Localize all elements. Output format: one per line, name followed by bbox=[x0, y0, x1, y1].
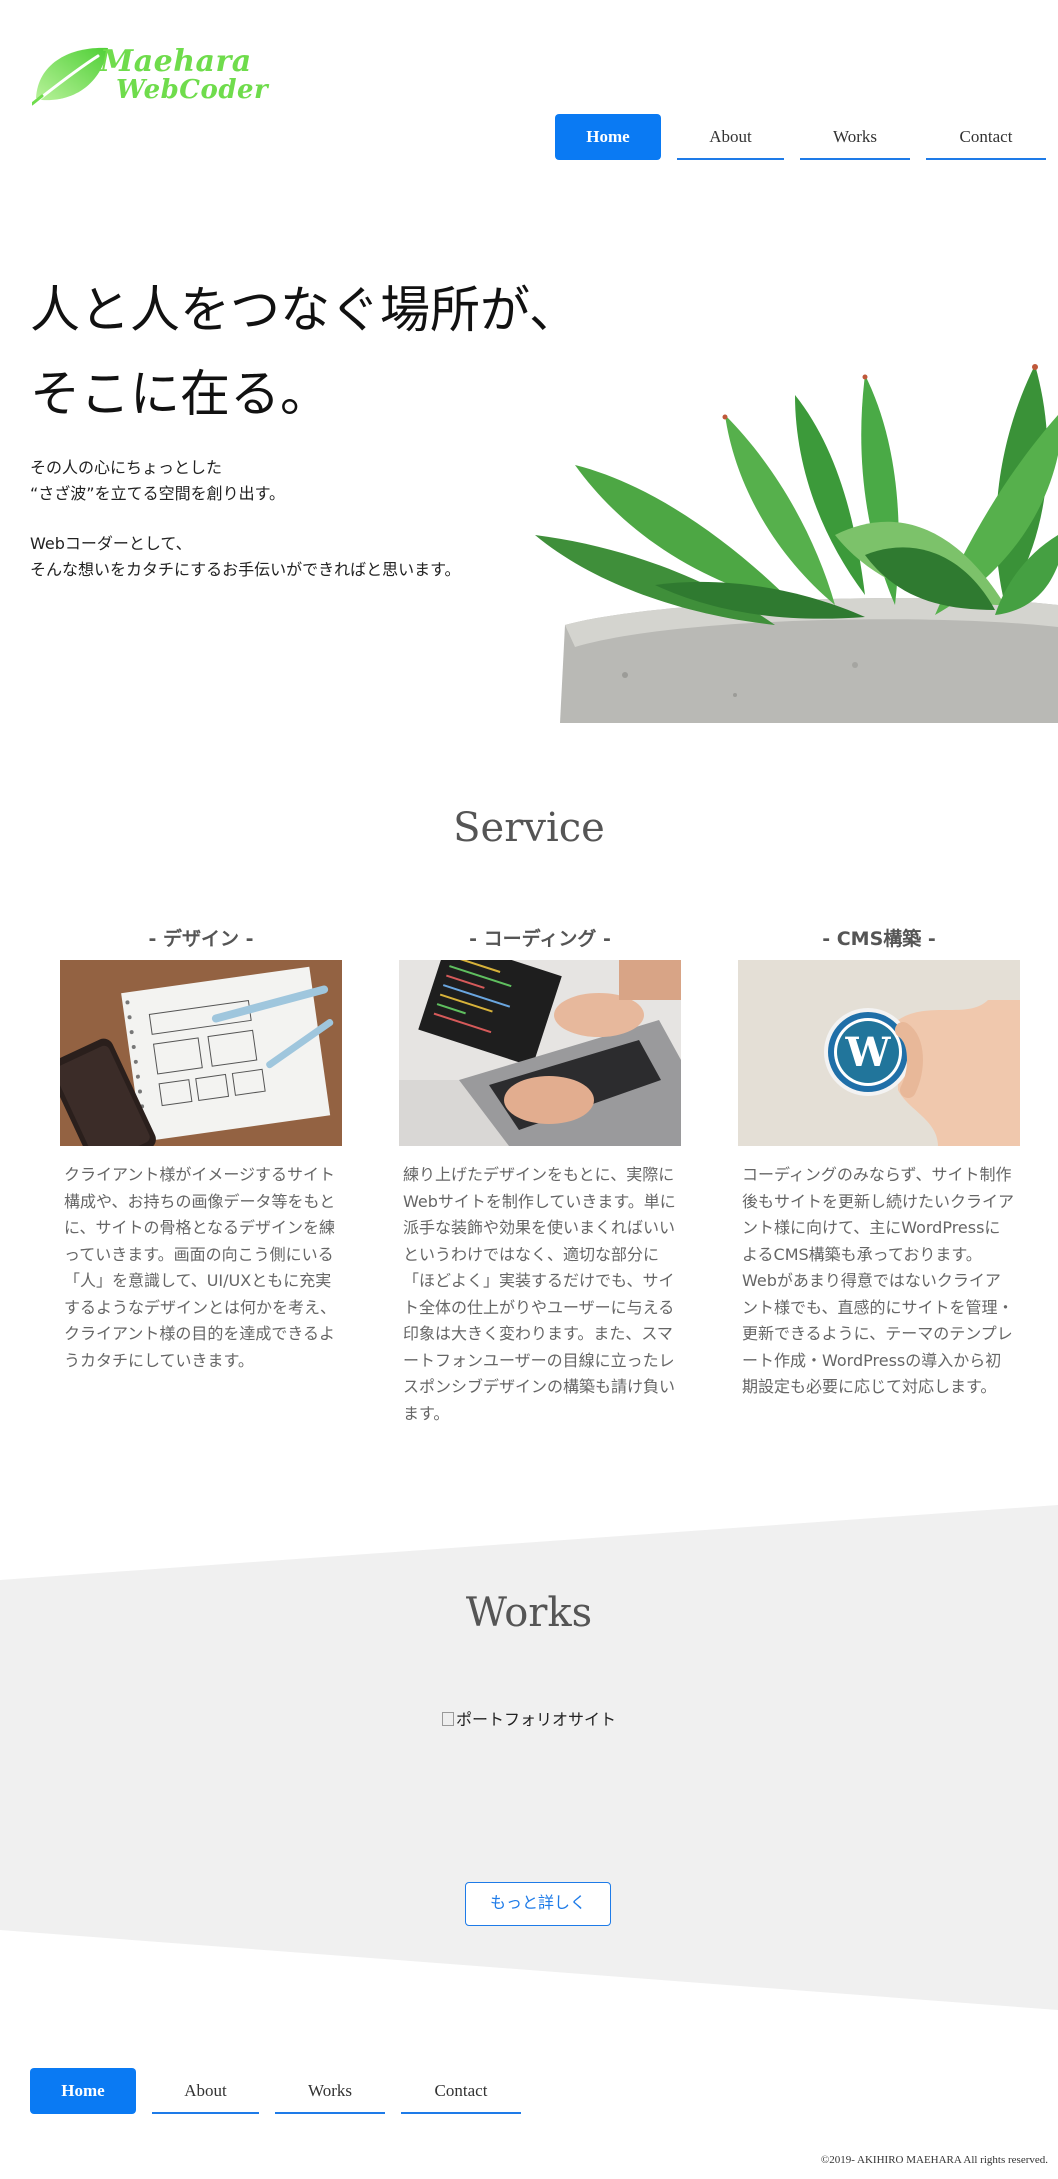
service-card-heading: - CMS構築 - bbox=[822, 928, 936, 950]
logo-line2: WebCoder bbox=[116, 75, 269, 105]
service-card-text: コーディングのみならず、サイト制作後もサイトを更新し続けたいクライアント様に向け… bbox=[742, 1165, 1015, 1396]
portfolio-image[interactable]: ポートフォリオサイト bbox=[0, 1706, 1058, 1730]
service-card-coding: - コーディング - 練り上げたデザインをもとに、実際にWebサイトを制作してい… bbox=[399, 924, 681, 1427]
works-title: Works bbox=[465, 1590, 593, 1636]
footer-nav-contact[interactable]: Contact bbox=[401, 2068, 521, 2114]
laptop-typing-image bbox=[399, 960, 681, 1146]
hero-title: 人と人をつなぐ場所が、 そこに在る。 bbox=[30, 268, 579, 436]
hero-para2-line2: そんな想いをカタチにするお手伝いができればと思います。 bbox=[30, 560, 461, 579]
hero-para2-line1: Webコーダーとして、 bbox=[30, 534, 192, 553]
service-card-cms: - CMS構築 - W コーディングのみならず、サイト制作後もサイトを更新し続け… bbox=[738, 924, 1020, 1401]
footer-nav-works[interactable]: Works bbox=[275, 2068, 385, 2114]
footer-nav: Home About Works Contact bbox=[30, 2068, 521, 2114]
svg-text:W: W bbox=[845, 1029, 892, 1076]
copyright: ©2019- AKIHIRO MAEHARA All rights reserv… bbox=[820, 2154, 1048, 2166]
hero-title-line1: 人と人をつなぐ場所が、 bbox=[30, 281, 579, 339]
hero-title-line2: そこに在る。 bbox=[30, 365, 330, 423]
service-title: Service bbox=[453, 805, 605, 851]
footer-nav-home[interactable]: Home bbox=[30, 2068, 136, 2114]
main-nav: Home About Works Contact bbox=[555, 114, 1046, 160]
service-card-heading: - デザイン - bbox=[148, 928, 254, 950]
more-details-button[interactable]: もっと詳しく bbox=[465, 1882, 611, 1926]
service-card-text: クライアント様がイメージするサイト構成や、お持ちの画像データ等をもとに、サイトの… bbox=[64, 1165, 337, 1370]
broken-image-icon bbox=[441, 1712, 454, 1726]
site-logo[interactable]: Maehara WebCoder bbox=[32, 42, 268, 108]
hero-para1-line2: “さざ波”を立てる空間を創り出す。 bbox=[30, 484, 285, 503]
nav-contact[interactable]: Contact bbox=[926, 114, 1046, 160]
nav-works[interactable]: Works bbox=[800, 114, 910, 160]
service-card-text: 練り上げたデザインをもとに、実際にWebサイトを制作していきます。単に派手な装飾… bbox=[403, 1165, 676, 1423]
footer-nav-about[interactable]: About bbox=[152, 2068, 259, 2114]
logo-wordmark: Maehara WebCoder bbox=[100, 47, 269, 105]
logo-line1: Maehara bbox=[100, 44, 252, 79]
service-card-design: - デザイン - クライアント様がイメージするサイト構成や、お持ちの画像データ等… bbox=[60, 924, 342, 1374]
nav-home[interactable]: Home bbox=[555, 114, 661, 160]
hero-body: その人の心にちょっとした “さざ波”を立てる空間を創り出す。 Webコーダーとし… bbox=[30, 455, 461, 607]
wireframe-sketch-image bbox=[60, 960, 342, 1146]
works-background bbox=[0, 1505, 1058, 2010]
service-card-heading: - コーディング - bbox=[469, 928, 611, 950]
wordpress-badge-image: W bbox=[738, 960, 1020, 1146]
portfolio-image-alt: ポートフォリオサイト bbox=[455, 1710, 616, 1729]
nav-about[interactable]: About bbox=[677, 114, 784, 160]
hero-plant-image bbox=[535, 355, 1058, 723]
hero-para1-line1: その人の心にちょっとした bbox=[30, 458, 223, 477]
